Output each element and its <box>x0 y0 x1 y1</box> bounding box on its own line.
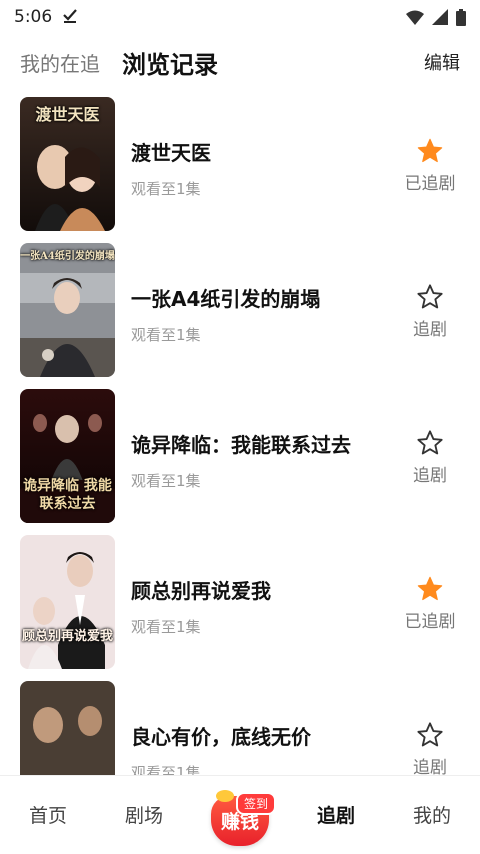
watch-progress: 观看至1集 <box>131 764 201 775</box>
list-item[interactable]: 一张A4纸引发的崩塌 一张A4纸引发的崩塌 观看至1集 追剧 <box>0 243 480 389</box>
checkin-badge: 签到 <box>236 791 277 815</box>
follow-button[interactable]: 追剧 <box>400 429 460 486</box>
coin-icon <box>216 789 234 802</box>
follow-button[interactable]: 追剧 <box>400 721 460 775</box>
star-filled-icon <box>416 575 444 603</box>
battery-icon <box>456 8 466 26</box>
follow-button[interactable]: 追剧 <box>400 283 460 340</box>
star-outline-icon <box>416 429 444 457</box>
list-item[interactable]: 顾总别再说爱我 顾总别再说爱我 观看至1集 已追剧 <box>0 535 480 681</box>
wifi-icon <box>406 10 424 25</box>
star-outline-icon <box>416 721 444 749</box>
status-time: 5:06 <box>14 7 53 27</box>
status-bar: 5:06 <box>0 0 480 34</box>
list-item[interactable]: 诡异降临 我能联系过去 诡异降临：我能联系过去 观看至1集 追剧 <box>0 389 480 535</box>
cover-image[interactable]: 诡异降临 我能联系过去 <box>20 389 115 523</box>
star-filled-icon <box>416 137 444 165</box>
earn-button[interactable]: 赚钱 签到 <box>192 776 288 854</box>
top-bar: 我的在追 浏览记录 编辑 <box>0 38 480 86</box>
watch-progress: 观看至1集 <box>131 326 201 344</box>
tab-following-nav[interactable]: 追剧 <box>288 801 384 828</box>
cover-title-text: 顾总别再说爱我 <box>21 629 113 644</box>
list-item[interactable]: 渡世天医 渡世天医 观看至1集 已追剧 <box>0 97 480 243</box>
tab-history[interactable]: 浏览记录 <box>122 45 218 80</box>
watch-progress: 观看至1集 <box>131 180 201 198</box>
history-list: 渡世天医 渡世天医 观看至1集 已追剧 一张A4纸引发的崩塌 一张A4纸引发的崩… <box>0 97 480 775</box>
follow-button[interactable]: 已追剧 <box>400 575 460 632</box>
bottom-tab-bar: 首页 剧场 赚钱 签到 追剧 我的 <box>0 775 480 853</box>
cover-title-text: 诡异降临 我能联系过去 <box>23 478 112 512</box>
star-outline-icon <box>416 283 444 311</box>
cover-image[interactable]: 渡世天医 <box>20 97 115 231</box>
edit-button[interactable]: 编辑 <box>424 49 460 75</box>
cover-title-text: 一张A4纸引发的崩塌 <box>20 251 115 262</box>
cover-image[interactable] <box>20 681 115 775</box>
tab-following[interactable]: 我的在追 <box>20 48 100 77</box>
cover-title-text: 渡世天医 <box>35 105 100 124</box>
drama-title: 良心有价，底线无价 <box>131 725 311 749</box>
download-done-icon <box>62 7 78 28</box>
tab-home[interactable]: 首页 <box>0 801 96 828</box>
signal-icon <box>432 9 448 25</box>
follow-label: 已追剧 <box>404 612 456 632</box>
list-item[interactable]: 良心有价，底线无价 观看至1集 追剧 <box>0 681 480 775</box>
follow-label: 追剧 <box>413 320 447 340</box>
drama-title: 诡异降临：我能联系过去 <box>131 433 351 457</box>
follow-label: 追剧 <box>413 466 447 486</box>
watch-progress: 观看至1集 <box>131 472 201 490</box>
drama-title: 渡世天医 <box>131 141 211 165</box>
tab-theater[interactable]: 剧场 <box>96 801 192 828</box>
follow-label: 已追剧 <box>404 174 456 194</box>
cover-image[interactable]: 一张A4纸引发的崩塌 <box>20 243 115 377</box>
tab-mine[interactable]: 我的 <box>384 801 480 828</box>
follow-label: 追剧 <box>413 758 447 775</box>
drama-title: 一张A4纸引发的崩塌 <box>131 287 321 311</box>
follow-button[interactable]: 已追剧 <box>400 137 460 194</box>
watch-progress: 观看至1集 <box>131 618 201 636</box>
cover-image[interactable]: 顾总别再说爱我 <box>20 535 115 669</box>
drama-title: 顾总别再说爱我 <box>131 579 271 603</box>
